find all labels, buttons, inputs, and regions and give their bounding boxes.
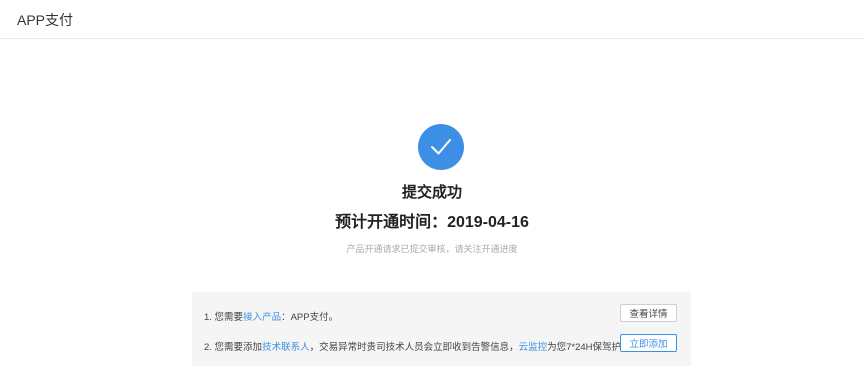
step-1-prefix: 1. 您需要 — [204, 312, 244, 323]
view-details-button[interactable]: 查看详情 — [620, 304, 677, 322]
status-hint: 产品开通请求已提交审核，请关注开通进度 — [346, 244, 518, 254]
next-steps-panel: 1. 您需要接入产品：APP支付。 查看详情 2. 您需要添加技术联系人，交易异… — [192, 292, 691, 366]
main-content: 提交成功 预计开通时间：2019-04-16 产品开通请求已提交审核，请关注开通… — [0, 40, 864, 379]
cloud-monitor-link[interactable]: 云监控 — [519, 342, 548, 353]
step-2-prefix: 2. 您需要添加 — [204, 342, 263, 353]
estimated-open-time: 预计开通时间：2019-04-16 — [335, 214, 529, 231]
step-1-suffix: ：APP支付。 — [281, 312, 339, 323]
access-product-link[interactable]: 接入产品 — [243, 312, 281, 323]
tech-contact-link[interactable]: 技术联系人 — [262, 342, 310, 353]
add-now-button[interactable]: 立即添加 — [620, 334, 677, 352]
step-1-text: 1. 您需要接入产品：APP支付。 — [204, 309, 338, 323]
check-icon — [418, 124, 464, 170]
page-title: APP支付 — [17, 12, 74, 28]
page-header: APP支付 — [0, 0, 864, 39]
success-title: 提交成功 — [401, 184, 462, 201]
step-2-middle: ，交易异常时贵司技术人员会立即收到告警信息， — [309, 342, 519, 353]
step-2-text: 2. 您需要添加技术联系人，交易异常时贵司技术人员会立即收到告警信息，云监控为您… — [204, 339, 640, 353]
